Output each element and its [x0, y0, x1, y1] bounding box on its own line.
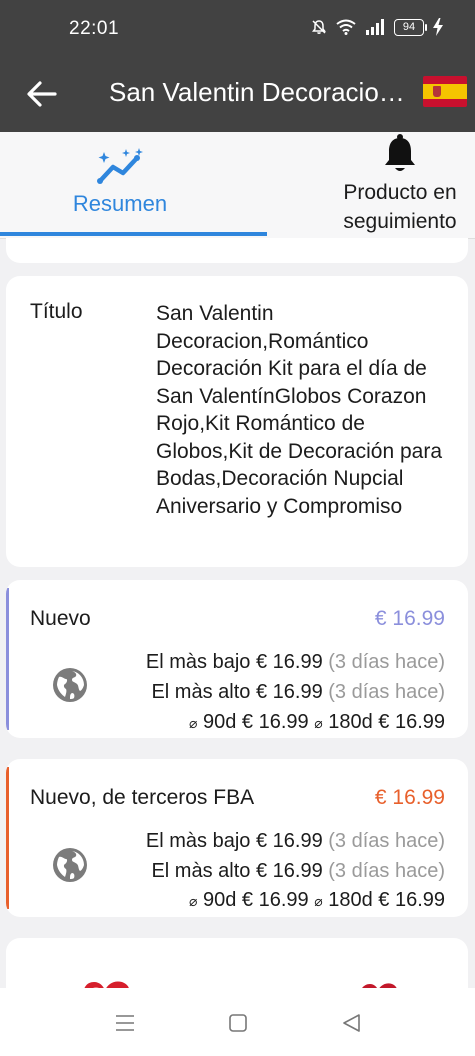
app-bar: San Valentin Decoracion,Romántico Decora… [0, 60, 475, 132]
charging-bolt-icon [433, 18, 443, 36]
highest-price-row: El màs alto € 16.99 (3 días hace) [151, 681, 445, 704]
highest-value: € 16.99 [255, 681, 323, 703]
lowest-when: (3 días hace) [328, 830, 445, 852]
back-triangle-icon[interactable] [340, 1011, 364, 1035]
page-title: San Valentin Decoracion,Romántico Decora… [109, 77, 409, 107]
lowest-when: (3 días hace) [328, 651, 445, 673]
avg180-value: € 16.99 [378, 889, 445, 911]
highest-value: € 16.99 [255, 860, 323, 882]
status-time: 22:01 [69, 18, 120, 39]
highest-label: El màs alto [151, 860, 251, 882]
battery-icon: 94 [394, 18, 427, 36]
lowest-label: El màs bajo [145, 830, 251, 852]
average-symbol: ⌀ [188, 715, 198, 731]
lowest-price-row: El màs bajo € 16.99 (3 días hace) [146, 830, 445, 853]
bell-icon [385, 134, 415, 171]
offer-accent-bar [6, 588, 9, 730]
average-price-row: ⌀ 90d € 16.99 ⌀ 180d € 16.99 [189, 711, 445, 734]
offer-price: € 16.99 [374, 607, 445, 630]
avg180-label: 180d [328, 889, 373, 911]
trend-chart-icon [97, 148, 143, 184]
globe-icon [53, 848, 87, 882]
highest-price-row: El màs alto € 16.99 (3 días hace) [151, 860, 445, 883]
highest-when: (3 días hace) [328, 681, 445, 703]
offer-name: Nuevo, de terceros FBA [30, 786, 255, 809]
lowest-price-row: El màs bajo € 16.99 (3 días hace) [146, 651, 445, 674]
offer-name: Nuevo [30, 607, 91, 630]
avg90-value: € 16.99 [241, 889, 309, 911]
avg90-label: 90d [202, 711, 237, 733]
average-price-row: ⌀ 90d € 16.99 ⌀ 180d € 16.99 [189, 889, 445, 912]
system-nav-bar [0, 988, 475, 1056]
highest-when: (3 días hace) [328, 860, 445, 882]
offer-price: € 16.99 [374, 786, 445, 809]
offer-card-nuevo-terceros-fba: Nuevo, de terceros FBA € 16.99 El màs ba… [6, 759, 468, 917]
spain-flag-icon[interactable] [423, 76, 467, 107]
lowest-label: El màs bajo [145, 651, 251, 673]
title-value: San Valentin Decoracion,Romántico Decora… [156, 302, 442, 518]
arrow-left-icon [27, 81, 57, 107]
avg180-label: 180d [328, 711, 373, 733]
avg90-label: 90d [202, 889, 237, 911]
lowest-value: € 16.99 [255, 830, 323, 852]
offer-card-nuevo: Nuevo € 16.99 El màs bajo € 16.99 (3 día… [6, 580, 468, 738]
title-card: Título San Valentin Decoracion,Romántico… [6, 276, 468, 567]
lowest-value: € 16.99 [255, 651, 323, 673]
status-bar: 22:01 94 [0, 0, 475, 60]
average-symbol: ⌀ [314, 893, 323, 909]
silent-bell-icon [312, 20, 326, 34]
offer-accent-bar [6, 767, 9, 909]
title-key: Título [30, 300, 83, 323]
back-button[interactable] [22, 74, 62, 114]
previous-card [6, 238, 468, 263]
tab-resumen[interactable]: Resumen [30, 132, 210, 239]
highest-label: El màs alto [151, 681, 251, 703]
average-symbol: ⌀ [314, 715, 323, 731]
status-icons: 94 [311, 18, 443, 36]
signal-icon [366, 19, 384, 35]
avg180-value: € 16.99 [378, 711, 445, 733]
average-symbol: ⌀ [188, 893, 198, 909]
tab-producto-label: Producto en seguimiento [343, 181, 457, 233]
tab-resumen-label: Resumen [72, 191, 168, 216]
globe-icon [53, 668, 87, 702]
tab-producto-en-seguimiento[interactable]: Producto en seguimiento [325, 132, 475, 239]
wifi-icon [336, 19, 356, 35]
tab-bar: Resumen Producto en seguimiento [0, 132, 475, 239]
home-square-icon[interactable] [226, 1011, 250, 1035]
avg90-value: € 16.99 [241, 711, 309, 733]
menu-icon[interactable] [113, 1011, 137, 1035]
active-tab-indicator [0, 232, 267, 236]
